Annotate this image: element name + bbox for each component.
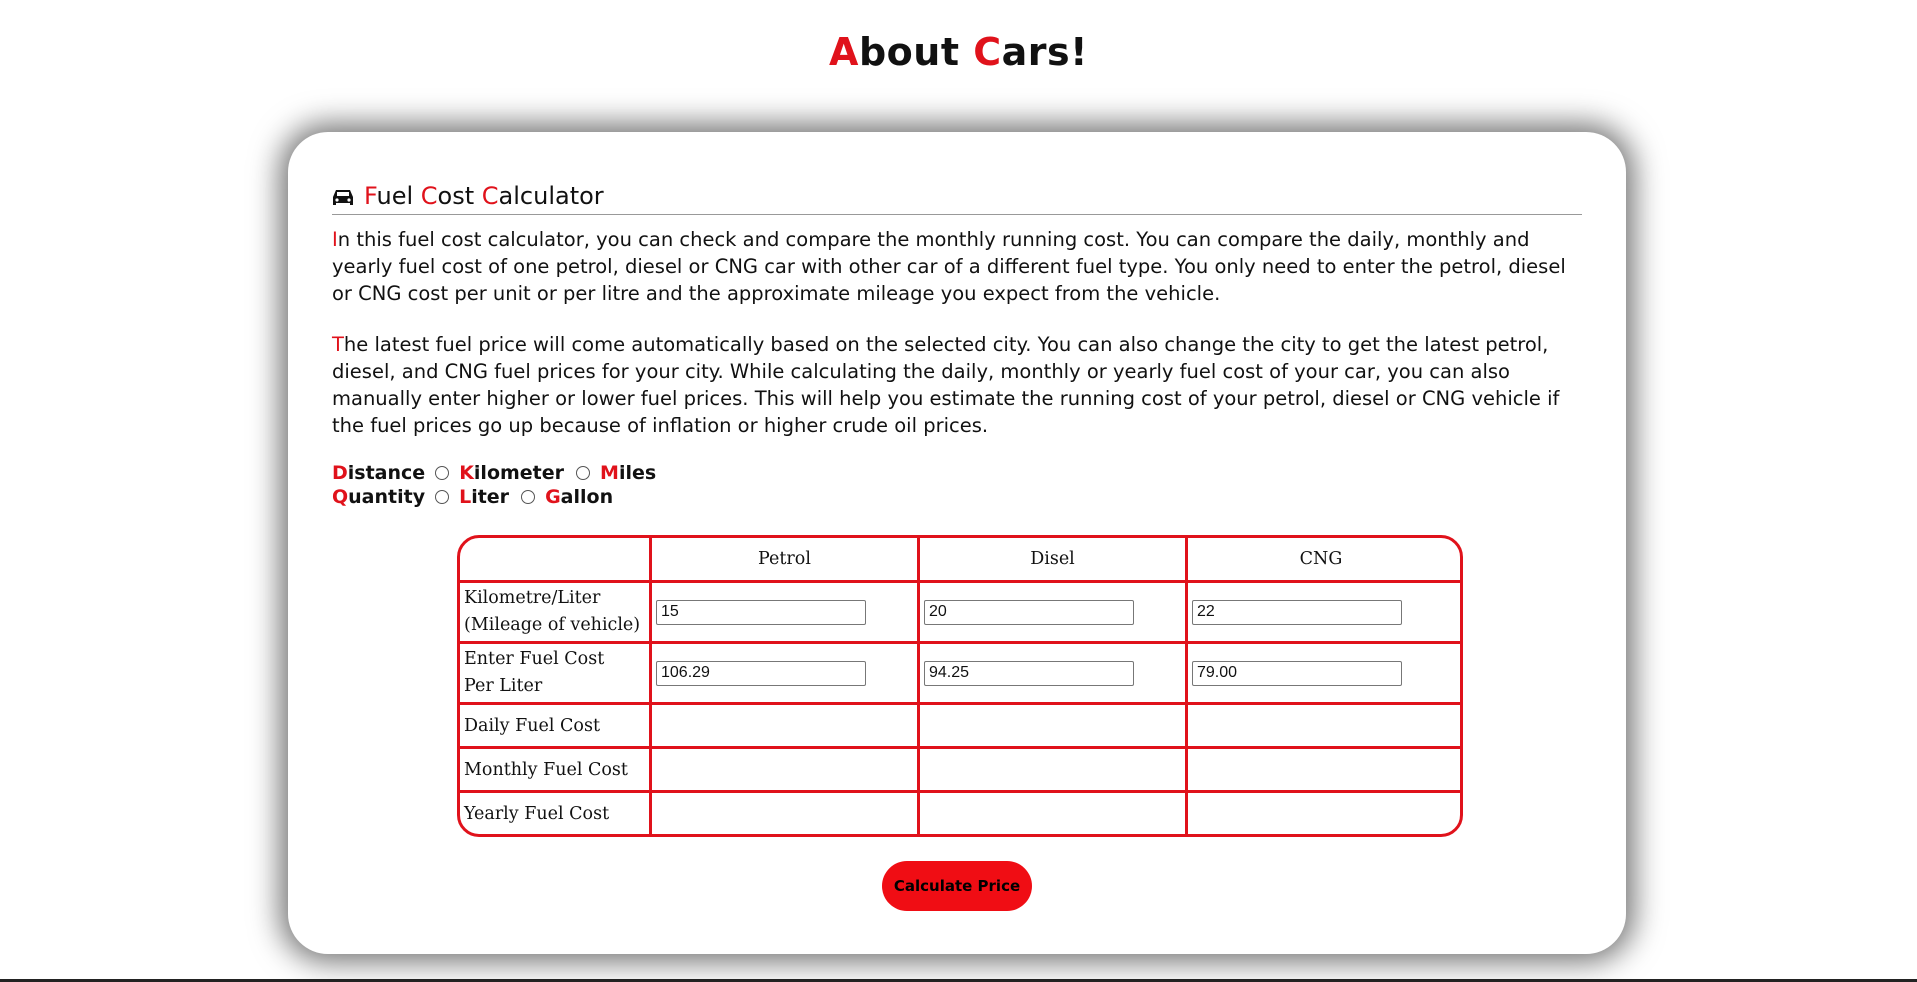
cng-daily-cost — [1188, 705, 1454, 746]
calculator-heading: Fuel Cost Calculator — [332, 178, 1582, 215]
fuel-cost-label-line-2: Per Liter — [464, 676, 543, 696]
cng-mileage-cell — [1188, 583, 1454, 641]
intro-paragraph-2: The latest fuel price will come automati… — [332, 331, 1582, 439]
fuel-cost-table: Petrol Disel CNG Kilometre/Liter (Mileag… — [457, 535, 1463, 837]
kilometer-option-label[interactable]: Kilometer — [459, 462, 564, 484]
mileage-row: Kilometre/Liter (Mileage of vehicle) — [460, 583, 1460, 644]
heading-rest-3: alculator — [498, 182, 604, 210]
liter-initial: L — [459, 486, 472, 508]
cng-mileage-input[interactable] — [1192, 599, 1402, 625]
quantity-option-row: Quantity Liter Gallon — [332, 485, 625, 509]
petrol-cost-cell — [652, 644, 920, 702]
disel-cost-input[interactable] — [924, 660, 1134, 686]
heading-rest-2: ost — [437, 182, 482, 210]
liter-rest: iter — [471, 486, 510, 508]
quantity-label: Quantity — [332, 486, 425, 508]
disel-daily-cost — [920, 705, 1188, 746]
cng-cost-input[interactable] — [1192, 660, 1402, 686]
petrol-monthly-cost — [652, 749, 920, 790]
gallon-radio[interactable] — [521, 490, 536, 504]
fuel-calculator-card: Fuel Cost Calculator In this fuel cost c… — [288, 132, 1626, 954]
petrol-mileage-cell — [652, 583, 920, 641]
distance-label-initial: D — [332, 462, 348, 484]
calculator-title: Fuel Cost Calculator — [364, 182, 604, 210]
miles-initial: M — [600, 462, 619, 484]
fuel-cost-label-line-1: Enter Fuel Cost — [464, 649, 605, 669]
heading-rest-1: uel — [376, 182, 421, 210]
header-empty-cell — [460, 538, 652, 580]
cng-yearly-cost — [1188, 793, 1454, 834]
daily-cost-row: Daily Fuel Cost — [460, 705, 1460, 749]
site-title: About Cars! — [0, 30, 1917, 74]
header-cng: CNG — [1299, 549, 1343, 569]
petrol-mileage-input[interactable] — [656, 599, 866, 625]
paragraph-2-text: he latest fuel price will come automatic… — [332, 333, 1560, 437]
gallon-option-label[interactable]: Gallon — [545, 486, 613, 508]
petrol-daily-cost — [652, 705, 920, 746]
disel-yearly-cost — [920, 793, 1188, 834]
quantity-label-rest: uantity — [348, 486, 426, 508]
car-icon — [332, 186, 354, 206]
distance-option-row: Distance Kilometer Miles — [332, 461, 668, 485]
yearly-cost-row: Yearly Fuel Cost — [460, 793, 1460, 834]
gallon-initial: G — [545, 486, 561, 508]
paragraph-1-text: n this fuel cost calculator, you can che… — [332, 228, 1566, 305]
site-title-rest-2: ars! — [1001, 30, 1088, 74]
disel-mileage-cell — [920, 583, 1188, 641]
mileage-label-line-1: Kilometre/Liter — [464, 588, 601, 608]
disel-mileage-input[interactable] — [924, 599, 1134, 625]
kilometer-rest: ilometer — [473, 462, 565, 484]
petrol-cost-input[interactable] — [656, 660, 866, 686]
heading-initial-f: F — [364, 182, 377, 210]
monthly-cost-row: Monthly Fuel Cost — [460, 749, 1460, 793]
disel-monthly-cost — [920, 749, 1188, 790]
daily-cost-label: Daily Fuel Cost — [460, 705, 652, 746]
heading-initial-c2: C — [481, 182, 499, 210]
miles-option-label[interactable]: Miles — [600, 462, 656, 484]
petrol-yearly-cost — [652, 793, 920, 834]
disel-cost-cell — [920, 644, 1188, 702]
kilometer-radio[interactable] — [435, 466, 450, 480]
yearly-cost-label: Yearly Fuel Cost — [460, 793, 652, 834]
site-title-initial-c: C — [973, 30, 1002, 74]
site-title-rest-1: bout — [858, 30, 974, 74]
header-disel: Disel — [920, 538, 1188, 580]
mileage-label: Kilometre/Liter (Mileage of vehicle) — [460, 583, 652, 641]
monthly-cost-label: Monthly Fuel Cost — [460, 749, 652, 790]
distance-label-rest: istance — [347, 462, 426, 484]
kilometer-initial: K — [459, 462, 474, 484]
cng-cost-cell — [1188, 644, 1454, 702]
quantity-label-initial: Q — [332, 486, 349, 508]
distance-label: Distance — [332, 462, 425, 484]
calculate-price-button[interactable]: Calculate Price — [882, 861, 1032, 911]
miles-radio[interactable] — [576, 466, 591, 480]
liter-option-label[interactable]: Liter — [459, 486, 509, 508]
intro-paragraph-1: In this fuel cost calculator, you can ch… — [332, 226, 1582, 307]
fuel-cost-label: Enter Fuel Cost Per Liter — [460, 644, 652, 702]
site-title-initial-a: A — [829, 30, 859, 74]
paragraph-2-initial: T — [332, 333, 344, 356]
miles-rest: iles — [618, 462, 657, 484]
mileage-label-line-2: (Mileage of vehicle) — [464, 615, 641, 635]
table-header-row: Petrol Disel CNG — [460, 538, 1460, 583]
gallon-rest: allon — [560, 486, 614, 508]
liter-radio[interactable] — [435, 490, 450, 504]
cng-monthly-cost — [1188, 749, 1454, 790]
header-petrol: Petrol — [652, 538, 920, 580]
fuel-cost-row: Enter Fuel Cost Per Liter — [460, 644, 1460, 705]
heading-initial-c1: C — [420, 182, 438, 210]
